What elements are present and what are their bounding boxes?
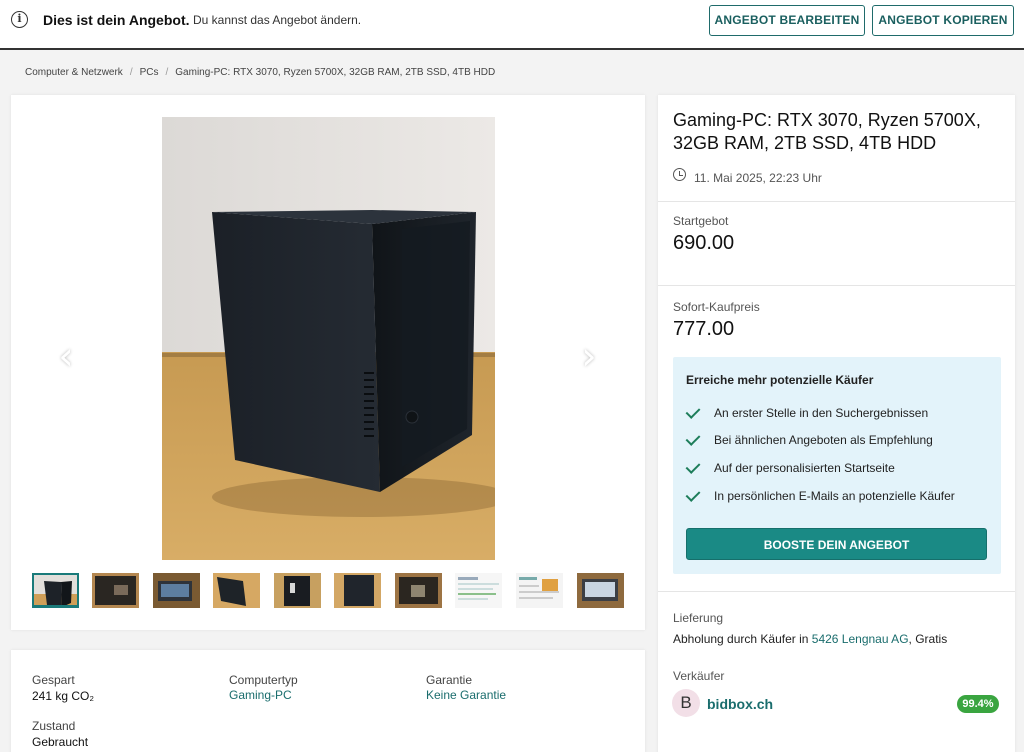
saved-label: Gespart: [32, 673, 75, 687]
main-product-image[interactable]: [162, 117, 495, 560]
breadcrumb-separator: /: [129, 67, 133, 78]
breadcrumb-item-current: Gaming-PC: RTX 3070, Ryzen 5700X, 32GB R…: [175, 67, 496, 78]
divider: [658, 201, 1015, 202]
boost-offer-button[interactable]: BOOSTE DEIN ANGEBOT: [686, 528, 987, 560]
thumbnail-6[interactable]: [334, 573, 381, 608]
thumbnail-2[interactable]: [92, 573, 139, 608]
breadcrumb: Computer & Netzwerk / PCs / Gaming-PC: RTX 3…: [25, 67, 495, 78]
delivery-info: Abholung durch Käufer in 5426 Lengnau AG…: [673, 632, 948, 646]
item-details: Gespart 241 kg CO₂ Computertyp Gaming-PC…: [11, 650, 645, 752]
owner-info-bar: i Dies ist dein Angebot. Du kannst das A…: [0, 0, 1024, 50]
buy-now-label: Sofort-Kaufpreis: [673, 300, 760, 314]
copy-offer-button[interactable]: ANGEBOT KOPIEREN: [872, 5, 1014, 36]
computer-type-label: Computertyp: [229, 673, 298, 687]
owner-notice-title: Dies ist dein Angebot.: [43, 12, 190, 28]
seller-label: Verkäufer: [673, 669, 725, 683]
pickup-location-link[interactable]: 5426 Lengnau AG: [812, 632, 909, 646]
start-bid-price: 690.00: [673, 232, 735, 254]
buy-now-price: 777.00: [673, 318, 735, 340]
condition-value: Gebraucht: [32, 735, 89, 749]
thumbnail-7[interactable]: [395, 573, 442, 608]
owner-notice-subtitle: Du kannst das Angebot ändern.: [193, 13, 362, 27]
thumbnail-3[interactable]: [153, 573, 200, 608]
delivery-label: Lieferung: [673, 611, 724, 625]
clock-icon: [673, 168, 686, 181]
thumbnail-4[interactable]: [213, 573, 260, 608]
start-bid-label: Startgebot: [673, 214, 729, 228]
divider: [658, 285, 1015, 286]
seller-avatar[interactable]: B: [672, 689, 700, 717]
check-icon: [685, 487, 701, 502]
breadcrumb-item-category[interactable]: Computer & Netzwerk: [25, 67, 123, 78]
boost-title: Erreiche mehr potenzielle Käufer: [686, 373, 874, 387]
edit-offer-button[interactable]: ANGEBOT BEARBEITEN: [709, 5, 865, 36]
saved-value: 241 kg CO₂: [32, 689, 95, 703]
condition-label: Zustand: [32, 719, 76, 733]
check-icon: [685, 459, 701, 474]
check-icon: [685, 404, 701, 419]
check-icon: [685, 431, 701, 446]
boost-panel: Erreiche mehr potenzielle Käufer An erst…: [673, 357, 1001, 574]
listing-sidebar: Gaming-PC: RTX 3070, Ryzen 5700X, 32GB R…: [658, 95, 1015, 752]
thumbnail-8[interactable]: [455, 573, 502, 608]
breadcrumb-item-subcategory[interactable]: PCs: [140, 67, 159, 78]
thumbnail-9[interactable]: [516, 573, 563, 608]
listing-date-text: 11. Mai 2025, 22:23 Uhr: [694, 171, 822, 185]
previous-image-arrow-icon[interactable]: ‹: [36, 325, 96, 395]
image-gallery: ‹ ›: [11, 95, 645, 630]
seller-rating-badge: 99.4%: [957, 695, 999, 713]
seller-name-link[interactable]: bidbox.ch: [707, 696, 773, 712]
divider: [658, 591, 1015, 592]
warranty-link[interactable]: Keine Garantie: [426, 688, 506, 702]
next-image-arrow-icon[interactable]: ›: [559, 325, 619, 395]
thumbnail-10[interactable]: [577, 573, 624, 608]
breadcrumb-separator: /: [165, 67, 169, 78]
computer-type-link[interactable]: Gaming-PC: [229, 688, 292, 702]
thumbnail-1[interactable]: [32, 573, 79, 608]
listing-title: Gaming-PC: RTX 3070, Ryzen 5700X, 32GB R…: [673, 110, 981, 153]
thumbnail-5[interactable]: [274, 573, 321, 608]
info-icon: i: [11, 11, 28, 28]
warranty-label: Garantie: [426, 673, 473, 687]
